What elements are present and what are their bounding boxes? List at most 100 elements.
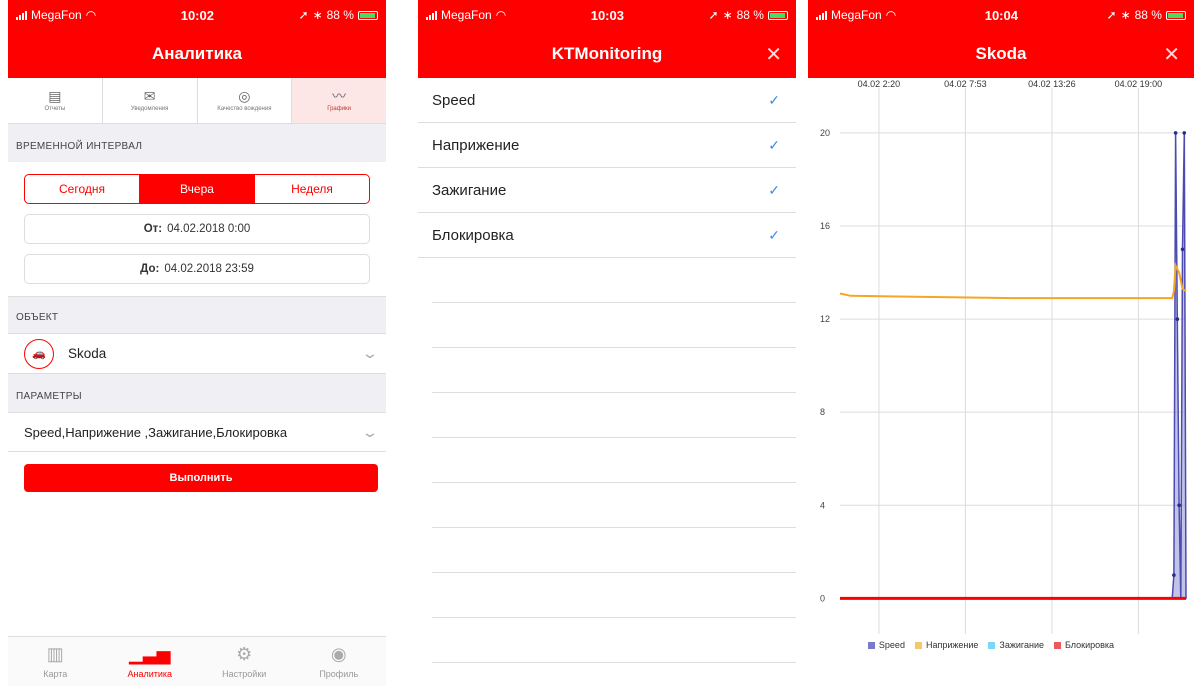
option-voltage[interactable]: Наприжение ✓	[418, 123, 796, 168]
x-tick-label: 04.02 19:00	[1115, 79, 1163, 89]
date-to-field[interactable]: До: 04.02.2018 23:59	[24, 254, 370, 284]
y-tick-label: 8	[820, 407, 825, 417]
legend-swatch	[867, 641, 875, 649]
date-to-value: 04.02.2018 23:59	[164, 263, 254, 275]
date-from-field[interactable]: От: 04.02.2018 0:00	[24, 214, 370, 244]
line-chart: 0 4 8 12 16 20 04.02 2:20 04.02 7:53 04.02 13:26…	[820, 79, 1187, 640]
series-line-1	[839, 261, 1187, 300]
run-button[interactable]: Выполнить	[24, 464, 378, 492]
x-tick-label: 04.02 2:20	[858, 79, 901, 89]
object-name: Skoda	[68, 346, 107, 361]
params-select[interactable]: Speed,Наприжение ,Зажигание,Блокировка ⌄	[8, 412, 386, 452]
section-header-object: ОБЪЕКТ	[8, 296, 386, 334]
empty-row	[432, 618, 796, 663]
battery-percent: 88 %	[326, 8, 354, 22]
page-title: Skoda	[975, 44, 1027, 63]
tab-settings[interactable]: ⚙ Настройки	[197, 637, 292, 686]
date-from-label: От:	[143, 223, 163, 235]
y-tick-label: 20	[820, 128, 830, 138]
gear-icon: ⚙	[236, 644, 253, 664]
chevron-down-icon: ⌄	[361, 345, 379, 361]
legend-label: Зажигание	[999, 640, 1044, 650]
series-speed-point	[1177, 503, 1181, 508]
object-select[interactable]: 🚗 Skoda ⌄	[8, 334, 386, 374]
tab-profile[interactable]: ◉ Профиль	[292, 637, 387, 686]
close-icon[interactable]: ✕	[765, 42, 782, 67]
option-ignition[interactable]: Зажигание ✓	[418, 168, 796, 213]
date-to-label: До:	[140, 263, 160, 275]
legend-item-voltage: Наприжение	[914, 640, 978, 650]
chart-icon: 〰	[332, 88, 347, 104]
tab-notifications[interactable]: ✉ Уведомления	[103, 78, 198, 123]
map-icon: ▥	[46, 644, 64, 664]
chart-legend: Speed Наприжение Зажигание Блокировка	[808, 634, 1194, 656]
legend-item-speed: Speed	[867, 640, 905, 650]
y-tick-label: 0	[820, 593, 825, 603]
checkmark-icon: ✓	[768, 226, 780, 243]
status-bar: MegaFon ◠ 10:02 ➚ ∗ 88 %	[8, 0, 386, 30]
series-speed-point	[1172, 573, 1176, 577]
location-icon: ➚	[1106, 8, 1117, 22]
car-icon: 🚗	[24, 338, 54, 369]
bottom-tab-bar: ▥ Карта ▁▃▅ Аналитика ⚙ Настройки ◉ Проф…	[8, 636, 386, 686]
y-tick-label: 4	[820, 500, 825, 510]
empty-row	[432, 528, 796, 573]
page-title: KTMonitoring	[551, 44, 663, 63]
option-speed[interactable]: Speed ✓	[418, 78, 796, 123]
close-icon[interactable]: ✕	[1163, 42, 1180, 67]
empty-row	[432, 393, 796, 438]
y-tick-label: 16	[820, 221, 830, 231]
signal-icon	[16, 10, 27, 20]
tab-label: Качество вождения	[217, 106, 272, 112]
option-lock[interactable]: Блокировка ✓	[418, 213, 796, 258]
range-today-button[interactable]: Сегодня	[25, 175, 140, 203]
status-bar: MegaFon ◠ 10:04 ➚ ∗ 88 %	[808, 0, 1194, 30]
profile-icon: ◉	[330, 644, 347, 664]
analytics-tabs: ▤ Отчеты ✉ Уведомления ◎ Качество вожден…	[8, 78, 386, 124]
steering-wheel-icon: ◎	[238, 88, 251, 104]
battery-icon	[767, 10, 788, 20]
location-icon: ➚	[708, 8, 719, 22]
report-icon: ▤	[48, 88, 62, 104]
tab-driving-quality[interactable]: ◎ Качество вождения	[198, 78, 293, 123]
legend-label: Speed	[878, 640, 905, 650]
tab-charts[interactable]: 〰 Графики	[292, 78, 386, 123]
x-tick-label: 04.02 13:26	[1028, 79, 1076, 89]
date-from-value: 04.02.2018 0:00	[167, 223, 251, 235]
bluetooth-icon: ∗	[312, 8, 323, 22]
empty-row	[432, 573, 796, 618]
series-speed-line	[840, 132, 1187, 600]
option-label: Зажигание	[432, 181, 507, 199]
legend-item-ignition: Зажигание	[988, 640, 1044, 650]
option-label: Блокировка	[432, 226, 514, 244]
empty-row	[432, 303, 796, 348]
empty-row	[432, 438, 796, 483]
range-yesterday-button[interactable]: Вчера	[140, 175, 255, 203]
series-speed-point	[1182, 131, 1187, 135]
tab-map[interactable]: ▥ Карта	[8, 637, 103, 686]
series-speed-point	[1173, 131, 1178, 135]
option-label: Наприжение	[432, 136, 520, 154]
location-icon: ➚	[298, 8, 309, 22]
y-tick-label: 12	[820, 314, 830, 324]
range-week-button[interactable]: Неделя	[255, 175, 369, 203]
params-value: Speed,Наприжение ,Зажигание,Блокировка	[24, 424, 288, 440]
battery-percent: 88 %	[736, 8, 764, 22]
signal-icon	[816, 10, 827, 20]
status-bar: MegaFon ◠ 10:03 ➚ ∗ 88 %	[418, 0, 796, 30]
tab-analytics[interactable]: ▁▃▅ Аналитика	[103, 637, 198, 686]
empty-row	[432, 483, 796, 528]
legend-swatch	[914, 641, 922, 649]
page-title: Аналитика	[152, 44, 242, 63]
nav-bar: Skoda ✕	[808, 30, 1194, 78]
tab-reports[interactable]: ▤ Отчеты	[8, 78, 103, 123]
clock: 10:04	[984, 7, 1018, 23]
bluetooth-icon: ∗	[722, 8, 733, 22]
signal-icon	[426, 10, 437, 20]
tab-analytics-label: Аналитика	[127, 669, 173, 679]
tab-settings-label: Настройки	[222, 669, 267, 679]
envelope-icon: ✉	[143, 88, 156, 104]
chevron-down-icon: ⌄	[361, 423, 379, 440]
battery-icon	[1165, 10, 1186, 20]
tab-map-label: Карта	[43, 669, 68, 679]
